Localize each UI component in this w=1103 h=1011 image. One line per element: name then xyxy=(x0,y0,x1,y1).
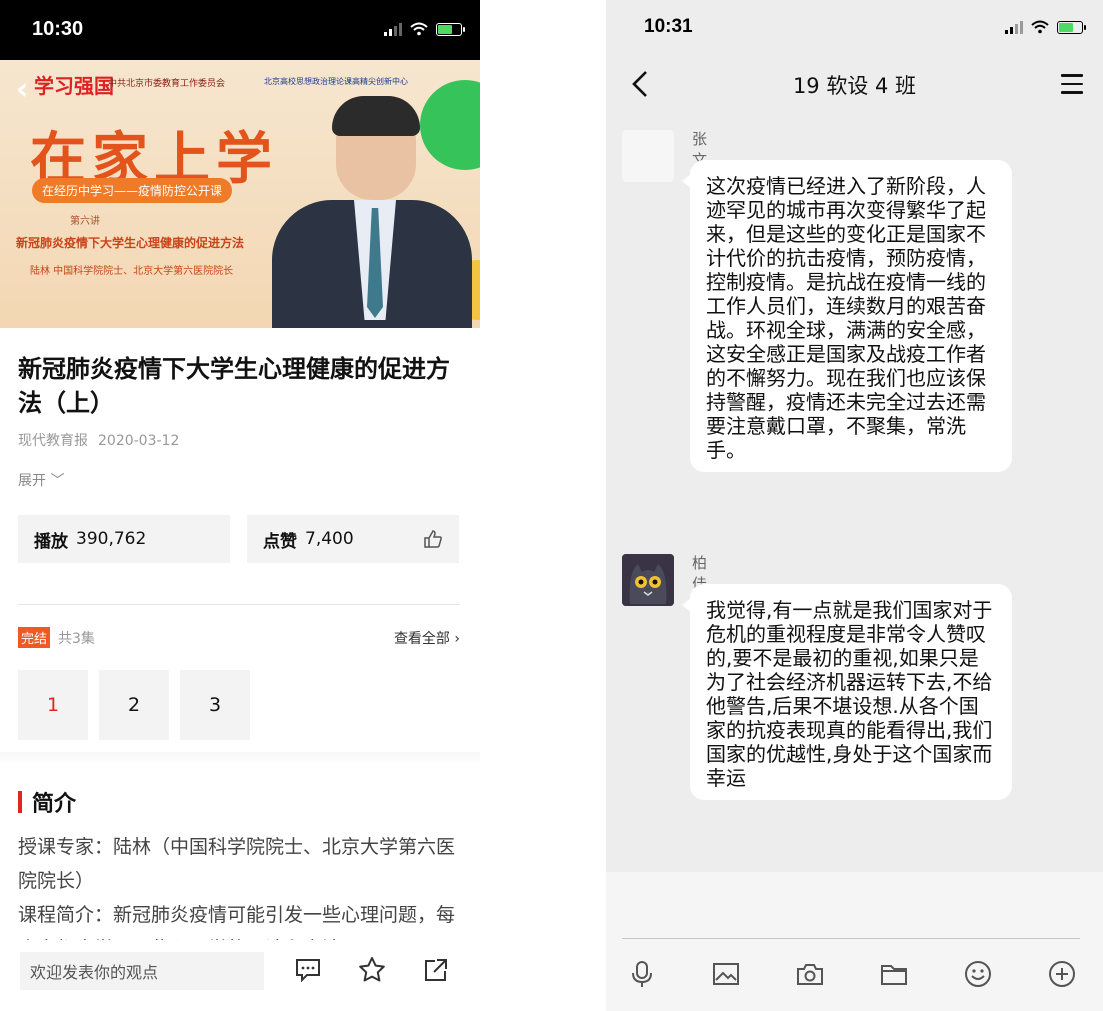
signal-icon xyxy=(1005,20,1023,34)
see-all-link[interactable]: 查看全部 › xyxy=(394,628,460,648)
chat-header: 19 软设 4 班 xyxy=(606,56,1103,112)
divider xyxy=(18,604,460,605)
microphone-icon[interactable] xyxy=(626,958,658,990)
share-icon[interactable] xyxy=(420,954,452,986)
chevron-down-icon: ﹀ xyxy=(50,473,65,489)
message-bubble[interactable]: 我觉得,有一点就是我们国家对于危机的重视程度是非常令人赞叹的,要不是最初的重视,… xyxy=(682,584,1012,800)
cat-avatar-icon xyxy=(622,554,674,606)
play-count: 播放 390,762 xyxy=(18,515,230,563)
folder-icon[interactable] xyxy=(878,958,910,990)
article-meta: 现代教育报 2020-03-12 xyxy=(18,430,179,450)
episode-header: 完结 共3集 查看全部 › xyxy=(18,627,460,648)
finished-badge: 完结 xyxy=(18,627,51,648)
article-title: 新冠肺炎疫情下大学生心理健康的促进方法（上） xyxy=(18,354,450,417)
status-time: 10:31 xyxy=(644,16,693,37)
episode-count: 共3集 xyxy=(58,630,95,647)
speaker-image xyxy=(272,96,472,328)
add-icon[interactable] xyxy=(1046,958,1078,990)
expand-button[interactable]: 展开 ﹀ xyxy=(18,470,64,490)
avatar[interactable] xyxy=(622,130,674,182)
episode-3-button[interactable]: 3 xyxy=(180,670,250,740)
article-date: 2020-03-12 xyxy=(98,433,180,449)
thumbs-up-icon xyxy=(424,530,442,548)
bottom-toolbar: 欢迎发表你的观点 xyxy=(0,940,480,1011)
banner-org-1: 中共北京市委教育工作委员会 xyxy=(108,79,226,89)
episode-1-button[interactable]: 1 xyxy=(18,670,88,740)
banner-logo: 学习强国 xyxy=(34,74,114,98)
status-bar: 10:31 xyxy=(606,0,1103,56)
comment-icon[interactable] xyxy=(292,954,324,986)
chat-input-toolbar xyxy=(606,872,1103,1011)
article-source: 现代教育报 xyxy=(18,433,88,449)
video-banner[interactable]: ‹ 学习强国 中共北京市委教育工作委员会 北京高校思想政治理论课高精尖创新中心 … xyxy=(0,60,480,328)
intro-heading: 简介 xyxy=(18,786,76,818)
wifi-icon xyxy=(410,22,428,36)
status-time: 10:30 xyxy=(32,18,84,40)
chevron-right-icon: › xyxy=(454,630,460,647)
banner-subtitle: 新冠肺炎疫情下大学生心理健康的促进方法 xyxy=(16,236,245,250)
signal-icon xyxy=(384,22,402,36)
intro-body: 授课专家：陆林（中国科学院院士、北京大学第六医院院长） 课程简介：新冠肺炎疫情可… xyxy=(18,836,456,940)
status-bar: 10:30 xyxy=(0,0,480,60)
banner-lecture: 第六讲 xyxy=(70,216,100,227)
wifi-icon xyxy=(1031,20,1049,34)
camera-icon[interactable] xyxy=(794,958,826,990)
image-icon[interactable] xyxy=(710,958,742,990)
battery-icon xyxy=(1057,20,1086,34)
episode-2-button[interactable]: 2 xyxy=(99,670,169,740)
comment-input[interactable]: 欢迎发表你的观点 xyxy=(20,952,264,990)
banner-speaker: 陆林 中国科学院院士、北京大学第六医院院长 xyxy=(30,266,234,277)
right-phone-screen: 10:31 19 软设 4 班 张文宇 这次疫情已经进入了新阶段，人迹罕见的城市… xyxy=(606,0,1103,1011)
avatar[interactable] xyxy=(622,554,674,606)
emoji-icon[interactable] xyxy=(962,958,994,990)
battery-icon xyxy=(436,22,465,36)
back-icon[interactable]: ‹ xyxy=(16,72,28,107)
chat-title: 19 软设 4 班 xyxy=(792,74,917,98)
like-button[interactable]: 点赞 7,400 xyxy=(247,515,459,563)
message-bubble[interactable]: 这次疫情已经进入了新阶段，人迹罕见的城市再次变得繁华了起来，但是这些的变化正是国… xyxy=(682,160,1012,472)
banner-org-2: 北京高校思想政治理论课高精尖创新中心 xyxy=(264,77,408,86)
star-icon[interactable] xyxy=(356,954,388,986)
input-field[interactable] xyxy=(622,938,1080,939)
left-phone-screen: 10:30 ‹ 学习强国 中共北京市委教育工作委员会 北京高校思想政治理论课高精… xyxy=(0,0,480,1011)
banner-pill: 在经历中学习——疫情防控公开课 xyxy=(32,178,233,203)
menu-icon[interactable] xyxy=(1061,74,1083,94)
